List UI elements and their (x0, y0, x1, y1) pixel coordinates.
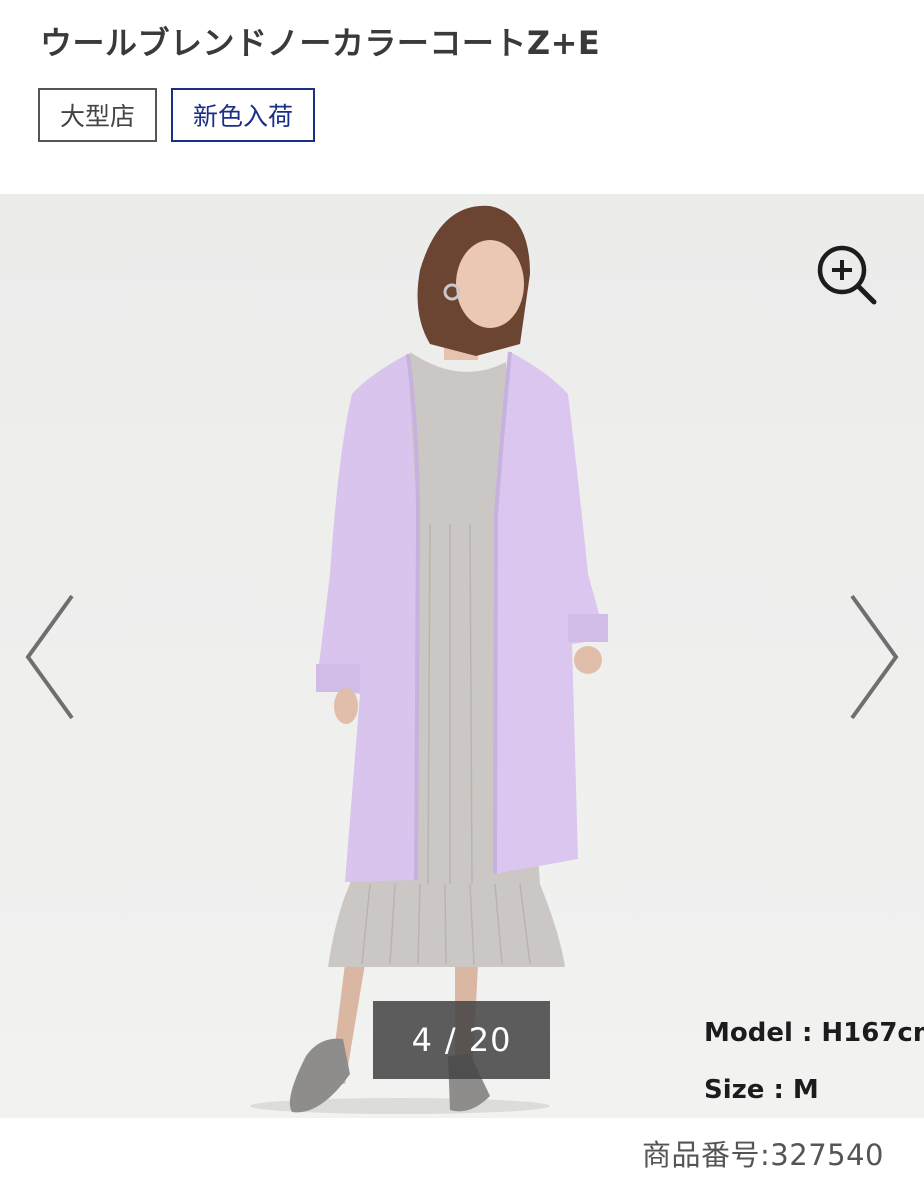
product-image-gallery[interactable] (0, 194, 924, 1118)
model-height-label: Model : H167cm (704, 1018, 924, 1048)
current-image-number: 4 (411, 1021, 433, 1059)
store-badge: 大型店 (38, 88, 158, 142)
badge-row: 大型店 新色入荷 (38, 88, 316, 142)
chevron-left-icon (25, 594, 74, 720)
previous-image-button[interactable] (20, 592, 80, 722)
product-photo (250, 205, 608, 1114)
product-code: 商品番号:327540 (642, 1138, 884, 1172)
chevron-right-icon (850, 594, 899, 720)
product-title: ウールブレンドノーカラーコートZ+E (40, 24, 601, 62)
image-counter: 4 / 20 (373, 1001, 550, 1079)
total-image-count: 20 (468, 1021, 512, 1059)
zoom-button[interactable] (812, 240, 880, 308)
counter-separator: / (444, 1021, 457, 1059)
zoom-in-icon (817, 245, 877, 305)
next-image-button[interactable] (844, 592, 904, 722)
new-color-badge: 新色入荷 (171, 88, 316, 142)
model-size-label: Size : M (704, 1075, 819, 1105)
